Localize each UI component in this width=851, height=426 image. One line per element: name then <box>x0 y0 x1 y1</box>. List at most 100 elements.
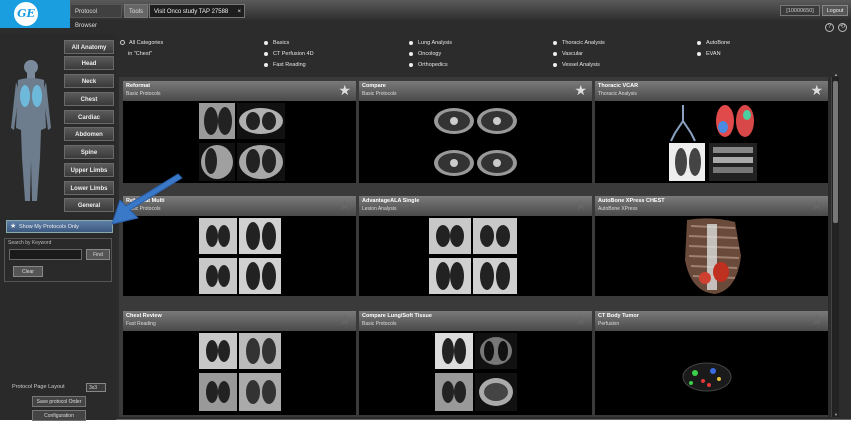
scroll-down-icon[interactable]: ▼ <box>832 412 840 417</box>
page-layout-select[interactable]: 3x3 <box>86 383 106 392</box>
clear-button[interactable]: Clear <box>13 266 43 277</box>
tab-tools[interactable]: Tools <box>124 4 148 18</box>
category-item[interactable]: AutoBone <box>697 40 730 46</box>
card-subtitle: AutoBone XPress <box>598 206 638 212</box>
protocol-card-thoracic-vcar[interactable]: Thoracic VCAR Thoracic Analysis ★ <box>595 81 828 183</box>
anatomy-head-button[interactable]: Head <box>64 56 114 70</box>
anatomy-abdomen-button[interactable]: Abdomen <box>64 127 114 141</box>
category-item[interactable]: CT Perfusion 4D <box>264 51 314 57</box>
category-item[interactable]: Vessel Analysis <box>553 62 600 68</box>
category-item[interactable]: Fast Reading <box>264 62 306 68</box>
category-all-label: All Categories <box>129 40 164 46</box>
tab-visit-label: Visit Onco study TAP 27588 <box>154 9 229 15</box>
card-title: CT Body Tumor <box>598 313 639 319</box>
category-item[interactable]: Orthopedics <box>409 62 448 68</box>
category-label: Vascular <box>562 51 583 57</box>
radio-icon <box>120 40 125 46</box>
protocol-card-chest-review[interactable]: Chest Review Fast Reading ★ <box>123 311 356 415</box>
card-header: Compare Lung/Soft Tissue Basic Protocols… <box>359 311 592 331</box>
bullet-icon <box>409 62 413 67</box>
card-header: AutoBone XPress CHEST AutoBone XPress ★ <box>595 196 828 216</box>
favorite-star-icon[interactable]: ★ <box>810 313 823 327</box>
card-header: AdvantageALA Single Lesion Analysis ★ <box>359 196 592 216</box>
favorite-star-icon[interactable]: ★ <box>574 313 587 327</box>
bullet-icon <box>553 62 557 67</box>
category-label: Thoracic Analysis <box>562 40 605 46</box>
tab-visit[interactable]: Visit Onco study TAP 27588 × <box>149 4 245 18</box>
scroll-thumb[interactable] <box>833 81 838 223</box>
protocol-card-compare[interactable]: Compare Basic Protocols ★ <box>359 81 592 183</box>
category-item[interactable]: Thoracic Analysis <box>553 40 605 46</box>
show-my-protocols-button[interactable]: ★ Show My Protocols Only <box>6 220 113 233</box>
favorite-star-icon[interactable]: ★ <box>810 198 823 212</box>
close-tab-icon[interactable]: × <box>237 5 241 19</box>
anatomy-all-button[interactable]: All Anatomy <box>64 40 114 54</box>
card-subtitle: Thoracic Analysis <box>598 91 637 97</box>
favorite-star-icon[interactable]: ★ <box>574 83 587 97</box>
favorite-star-icon[interactable]: ★ <box>338 313 351 327</box>
category-item[interactable]: Basics <box>264 40 289 46</box>
anatomy-body-icon[interactable] <box>8 58 54 203</box>
refresh-icon[interactable]: ⟲ <box>838 23 847 32</box>
compare-preview-image <box>434 108 517 176</box>
anatomy-lower-limbs-button[interactable]: Lower Limbs <box>64 181 114 195</box>
favorite-star-icon[interactable]: ★ <box>338 83 351 97</box>
card-header: Reformat Basic Protocols ★ <box>123 81 356 101</box>
category-label: Basics <box>273 40 290 46</box>
reformat-preview-image <box>199 103 285 181</box>
category-label: Vessel Analysis <box>562 62 600 68</box>
scroll-up-icon[interactable]: ▲ <box>832 72 840 77</box>
bullet-icon <box>697 40 701 45</box>
category-chest-label: in "Chest" <box>128 51 153 57</box>
anatomy-general-button[interactable]: General <box>64 198 114 212</box>
favorite-star-icon[interactable]: ★ <box>574 198 587 212</box>
card-header: Chest Review Fast Reading ★ <box>123 311 356 331</box>
card-subtitle: Lesion Analysis <box>362 206 397 212</box>
card-subtitle: Fast Reading <box>126 321 156 327</box>
category-item[interactable]: Vascular <box>553 51 583 57</box>
category-item[interactable]: Oncology <box>409 51 441 57</box>
advantageala-preview-image <box>429 218 517 294</box>
card-header: Compare Basic Protocols ★ <box>359 81 592 101</box>
protocol-card-autobone-xpress-chest[interactable]: AutoBone XPress CHEST AutoBone XPress ★ <box>595 196 828 296</box>
tab-protocol-browser[interactable]: Protocol Browser <box>70 4 122 29</box>
card-title: AutoBone XPress CHEST <box>598 198 665 204</box>
anatomy-neck-button[interactable]: Neck <box>64 74 114 88</box>
card-subtitle: Perfusion <box>598 321 620 327</box>
bullet-icon <box>553 40 557 45</box>
anatomy-chest-button[interactable]: Chest <box>64 92 114 106</box>
logout-button[interactable]: Logout <box>822 5 848 16</box>
card-header: Thoracic VCAR Thoracic Analysis ★ <box>595 81 828 101</box>
thoracic-vcar-preview-image <box>669 105 757 181</box>
anatomy-upper-limbs-button[interactable]: Upper Limbs <box>64 163 114 177</box>
category-label: Lung Analysis <box>418 40 452 46</box>
protocol-card-reformat[interactable]: Reformat Basic Protocols ★ <box>123 81 356 183</box>
find-button[interactable]: Find <box>86 249 110 260</box>
ge-logo: GE <box>14 2 38 26</box>
protocol-card-ct-body-tumor[interactable]: CT Body Tumor Perfusion ★ <box>595 311 828 415</box>
configuration-button[interactable]: Configuration <box>32 410 86 421</box>
favorite-star-icon[interactable]: ★ <box>338 198 351 212</box>
category-chest[interactable]: in "Chest" <box>128 51 152 57</box>
card-subtitle: Basic Protocols <box>126 91 161 97</box>
protocol-scrollbar[interactable]: ▲ ▼ <box>831 72 840 417</box>
protocol-grid: Reformat Basic Protocols ★ Compare Basic… <box>119 77 828 417</box>
favorite-star-icon[interactable]: ★ <box>810 83 823 97</box>
bullet-icon <box>264 40 268 45</box>
protocol-card-advantageala-single[interactable]: AdvantageALA Single Lesion Analysis ★ <box>359 196 592 296</box>
category-item[interactable]: Lung Analysis <box>409 40 452 46</box>
bullet-icon <box>553 51 557 56</box>
keyword-search-input[interactable] <box>9 249 82 260</box>
anatomy-cardiac-button[interactable]: Cardiac <box>64 110 114 124</box>
save-protocol-order-button[interactable]: Save protocol Order <box>32 396 86 407</box>
anatomy-spine-button[interactable]: Spine <box>64 145 114 159</box>
category-all[interactable]: All Categories <box>120 40 163 46</box>
help-icon[interactable]: ? <box>825 23 834 32</box>
card-header: CT Body Tumor Perfusion ★ <box>595 311 828 331</box>
protocol-card-compare-lung-soft-tissue[interactable]: Compare Lung/Soft Tissue Basic Protocols… <box>359 311 592 415</box>
card-subtitle: Basic Protocols <box>362 91 397 97</box>
card-title: Compare <box>362 83 386 89</box>
card-title: Chest Review <box>126 313 162 319</box>
category-item[interactable]: EVAN <box>697 51 721 57</box>
category-label: Fast Reading <box>273 62 306 68</box>
